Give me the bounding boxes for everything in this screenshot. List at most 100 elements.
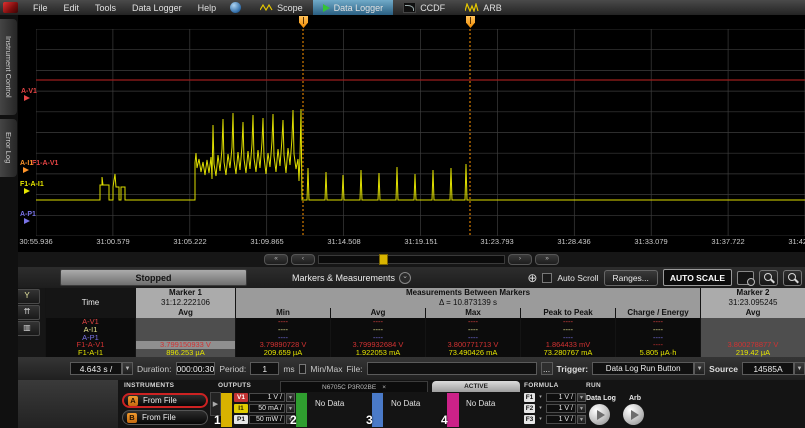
v1-scale-value[interactable]: 1 V / [249, 393, 285, 402]
status-stopped-button[interactable]: Stopped [60, 269, 247, 286]
sidebar-tab-error-log[interactable]: Error Log [0, 119, 17, 177]
sidebar-tab-instrument-control[interactable]: Instrument Control [0, 19, 17, 115]
marker1-handle[interactable] [299, 16, 308, 28]
col-max[interactable]: Max [425, 308, 520, 318]
chevron-down-icon[interactable]: ⌄ [399, 272, 411, 284]
strip-chart[interactable]: A-V1 F1-A-V1 A-I1 F1-A-I1 A-P1 30:55.936… [18, 15, 805, 252]
chevron-down-icon[interactable]: ▾ [536, 415, 545, 424]
datalog-file-tab[interactable]: N6705C P3R02BE × [280, 381, 428, 392]
ranges-button[interactable]: Ranges... [604, 270, 658, 286]
menu-data-logger[interactable]: Data Logger [124, 3, 190, 13]
table-row-a-v1[interactable]: A-V1 ---- ---- ---- ---- ---- [45, 318, 805, 326]
source-dropdown[interactable]: 14585A ▼ [742, 362, 805, 375]
tab-data-logger[interactable]: Data Logger [313, 0, 394, 15]
scroll-next-button[interactable]: › [508, 254, 532, 265]
tab-arb[interactable]: ARB [455, 0, 512, 15]
chevron-down-icon[interactable]: ▼ [577, 415, 586, 424]
zoom-in-icon[interactable] [759, 270, 778, 286]
chevron-down-icon[interactable]: ▾ [536, 393, 545, 402]
f3-scale-value[interactable]: 1 V / [546, 415, 576, 424]
scroll-first-button[interactable]: « [264, 254, 288, 265]
app-logo [3, 2, 18, 13]
table-row-f1-a-i1[interactable]: F1-A-I1 896.253 µA 209.659 µA 1.922053 m… [45, 349, 805, 357]
channel-label-a-p1[interactable]: A-P1 [20, 211, 36, 218]
marker2-header[interactable]: Marker 2 [700, 288, 805, 298]
tab-arb-label: ARB [483, 3, 502, 13]
scroll-handle[interactable] [379, 254, 388, 265]
arb-run-button[interactable] [623, 404, 644, 425]
close-icon[interactable]: × [382, 384, 386, 391]
datalog-run-label: Data Log [586, 395, 616, 402]
arb-waveform-icon [465, 3, 479, 12]
table-row-a-p1[interactable]: A-P1 ---- ---- ---- ---- ---- [45, 334, 805, 342]
source-a-from-file-button[interactable]: A From File [122, 393, 208, 408]
duration-field[interactable]: 000:00:30 [176, 362, 216, 375]
col-avg[interactable]: Avg [330, 308, 425, 318]
chart-toolbar: Stopped Markers & Measurements ⌄ ⊕ Auto … [18, 267, 805, 288]
file-field[interactable] [367, 362, 537, 375]
menu-edit[interactable]: Edit [56, 3, 88, 13]
trigger-dropdown[interactable]: Data Log Run Button ▼ [592, 362, 705, 375]
x-tick: 31:42.365 [788, 237, 805, 246]
chevron-down-icon[interactable]: ▼ [286, 404, 295, 413]
chevron-down-icon[interactable]: ▼ [577, 393, 586, 402]
auto-scale-button[interactable]: AUTO SCALE [663, 269, 732, 286]
scroll-track[interactable] [318, 255, 505, 264]
i1-badge: I1 [234, 404, 248, 413]
chevron-down-icon[interactable]: ▼ [286, 393, 295, 402]
marker1-header[interactable]: Marker 1 [135, 288, 235, 298]
col-charge-energy[interactable]: Charge / Energy [615, 308, 700, 318]
chevron-down-icon[interactable]: ▼ [694, 362, 705, 375]
channel-arrow-a-v1 [24, 95, 30, 101]
browse-button[interactable]: ... [541, 362, 553, 375]
output2-color-bar [296, 393, 307, 427]
period-field[interactable]: 1 [250, 362, 279, 375]
p1-scale-value[interactable]: 50 mW / [249, 415, 285, 424]
app-window: File Edit Tools Data Logger Help Scope D… [0, 0, 805, 428]
datalog-run-button[interactable] [589, 404, 610, 425]
menu-help[interactable]: Help [190, 3, 225, 13]
selected-cell[interactable]: 3.799150933 V [135, 341, 235, 349]
f1-scale-value[interactable]: 1 V / [546, 393, 576, 402]
chevron-down-icon[interactable]: ▼ [122, 362, 133, 375]
col-min[interactable]: Min [235, 308, 330, 318]
outputs-header: OUTPUTS [218, 382, 251, 389]
minmax-checkbox[interactable] [299, 364, 307, 374]
zoom-region-icon[interactable] [737, 271, 754, 285]
period-label: Period: [219, 364, 246, 374]
crosshair-icon[interactable]: ⊕ [527, 272, 537, 284]
markers-measurements-panel-toggle[interactable]: Markers & Measurements ⌄ [292, 272, 411, 284]
f2-scale-value[interactable]: 1 V / [546, 404, 576, 413]
info-icon[interactable] [230, 2, 241, 13]
chevron-down-icon[interactable]: ▼ [577, 404, 586, 413]
col-peak-to-peak[interactable]: Peak to Peak [520, 308, 615, 318]
table-stat-row: Avg Min Avg Max Peak to Peak Charge / En… [45, 308, 805, 318]
tab-ccdf[interactable]: CCDF [393, 0, 455, 15]
menu-tools[interactable]: Tools [87, 3, 124, 13]
scroll-prev-button[interactable]: ‹ [291, 254, 315, 265]
scroll-last-button[interactable]: » [535, 254, 559, 265]
channel-label-a-v1[interactable]: A-V1 [21, 88, 37, 95]
output1-number: 1 [214, 413, 221, 427]
markers-delta: Δ = 10.873139 s [235, 298, 700, 308]
channel-label-a-i1[interactable]: A-I1 [20, 160, 33, 167]
plot-area[interactable] [36, 29, 805, 236]
timebase-dropdown[interactable]: 4.643 s / ▼ [70, 362, 133, 375]
zoom-out-icon[interactable] [783, 270, 802, 286]
i1-scale-value[interactable]: 50 mA / [249, 404, 285, 413]
auto-scroll-label: Auto Scroll [557, 273, 598, 283]
menu-file[interactable]: File [25, 3, 56, 13]
chevron-down-icon[interactable]: ▾ [536, 404, 545, 413]
source-b-from-file-button[interactable]: B From File [122, 410, 208, 425]
active-tab[interactable]: ACTIVE [432, 381, 520, 392]
channel-arrow-a-i1 [23, 167, 29, 173]
tab-scope[interactable]: Scope [250, 0, 313, 15]
tab-data-logger-label: Data Logger [334, 3, 384, 13]
channel-label-f1-a-v1[interactable]: F1-A-V1 [32, 160, 58, 167]
table-row-a-i1[interactable]: A-I1 ---- ---- ---- ---- ---- [45, 326, 805, 334]
chevron-down-icon[interactable]: ▼ [794, 362, 805, 375]
table-row-f1-a-v1[interactable]: F1-A-V1 3.799150933 V 3.79890728 V 3.799… [45, 341, 805, 349]
auto-scroll-checkbox[interactable] [542, 273, 552, 283]
marker2-handle[interactable] [466, 16, 475, 28]
channel-label-f1-a-i1[interactable]: F1-A-I1 [20, 181, 44, 188]
